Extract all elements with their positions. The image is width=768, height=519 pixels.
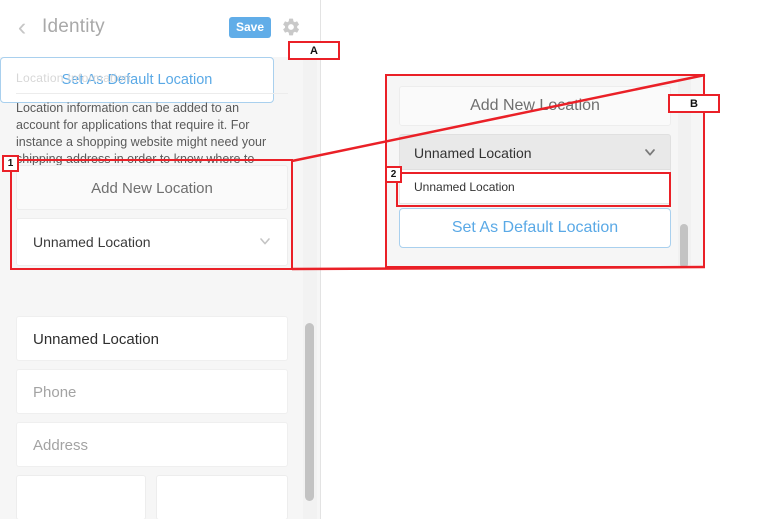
annotation-box-b bbox=[385, 74, 705, 268]
gear-icon[interactable] bbox=[281, 17, 301, 37]
phone-input[interactable]: Phone bbox=[16, 369, 288, 414]
app-header: ‹ Identity Save bbox=[0, 0, 320, 58]
address-placeholder: Address bbox=[33, 437, 89, 454]
annotation-marker-2: 2 bbox=[385, 166, 402, 183]
annotation-label-a: A bbox=[288, 41, 340, 60]
annotation-label-b: B bbox=[668, 94, 720, 113]
app-body: Location Information Location informatio… bbox=[0, 57, 320, 519]
chevron-left-icon[interactable]: ‹ bbox=[14, 15, 30, 40]
state-input[interactable] bbox=[156, 475, 288, 519]
section-divider bbox=[16, 93, 288, 94]
location-name-input[interactable]: Unnamed Location bbox=[16, 316, 288, 361]
annotation-marker-1: 1 bbox=[2, 155, 19, 172]
page-title: Identity bbox=[42, 16, 105, 37]
city-input[interactable] bbox=[16, 475, 146, 519]
annotation-box-2 bbox=[396, 172, 671, 207]
address-input[interactable]: Address bbox=[16, 422, 288, 467]
scrollbar-thumb[interactable] bbox=[305, 323, 314, 501]
phone-placeholder: Phone bbox=[33, 384, 77, 401]
annotation-box-1 bbox=[10, 159, 293, 270]
section-label: Location Information bbox=[16, 71, 131, 85]
save-button[interactable]: Save bbox=[229, 17, 271, 38]
location-name-value: Unnamed Location bbox=[33, 331, 159, 348]
